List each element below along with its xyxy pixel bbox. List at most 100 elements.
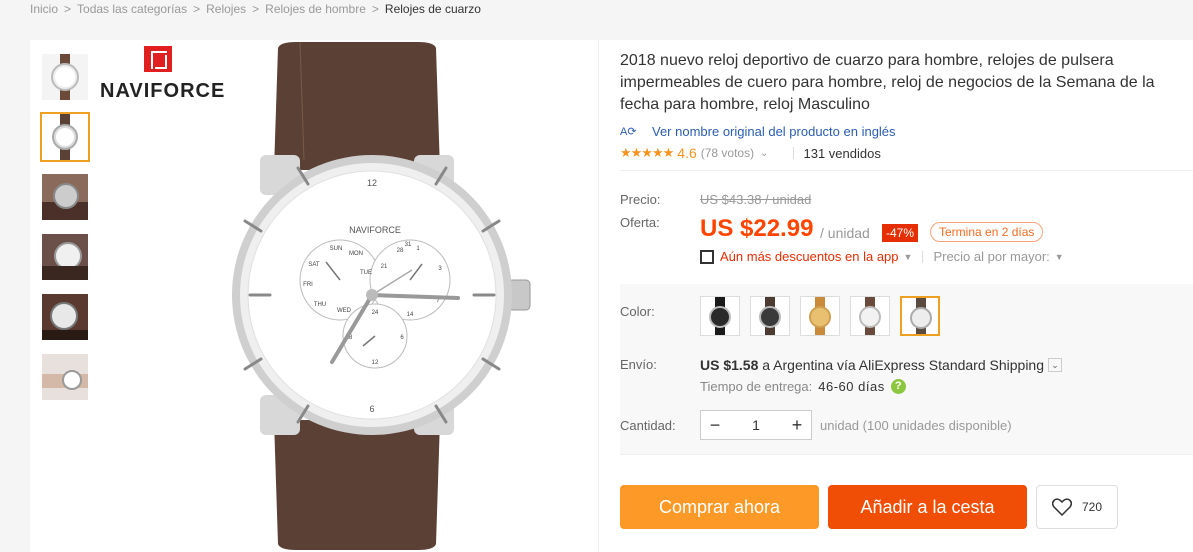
thumbnail-list [40, 52, 90, 412]
thumbnail-5[interactable] [40, 292, 90, 342]
app-discount-link[interactable]: Aún más descuentos en la app [720, 249, 899, 264]
original-name-link-text: Ver nombre original del producto en ingl… [652, 124, 896, 139]
delivery-time-value: 46-60 días [818, 379, 885, 394]
quantity-available: unidad (100 unidades disponible) [820, 418, 1012, 433]
thumbnail-watch-image [42, 54, 88, 100]
watch-illustration: 12 6 NAVIFORCE SUN MON SAT TUE FRI THU W… [232, 41, 531, 550]
buy-now-button[interactable]: Comprar ahora [620, 485, 819, 529]
subdial-day-wed: WED [337, 308, 352, 314]
dial-marker-6: 6 [369, 404, 374, 414]
breadcrumb: Inicio > Todas las categorías > Relojes … [30, 2, 481, 16]
thumbnail-6[interactable] [40, 352, 90, 402]
qr-code-icon [700, 249, 714, 264]
quantity-input[interactable] [729, 417, 783, 433]
rating-stars: ★★★★★ [620, 145, 674, 160]
heart-icon [1051, 498, 1072, 516]
discount-badge: -47% [882, 224, 919, 242]
breadcrumb-current: Relojes de cuarzo [384, 2, 481, 16]
dial-marker-12: 12 [367, 178, 377, 188]
shipping-cost: US $1.58 [700, 357, 759, 373]
color-swatch-4[interactable] [850, 296, 890, 336]
wishlist-button[interactable]: 720 [1036, 485, 1118, 529]
color-swatch-3[interactable] [800, 296, 840, 336]
offer-ends-badge: Termina en 2 días [930, 222, 1044, 242]
thumbnail-2[interactable] [40, 112, 90, 162]
add-to-cart-button[interactable]: Añadir a la cesta [828, 485, 1027, 529]
thumbnail-3[interactable] [40, 172, 90, 222]
current-price: US $22.99 [700, 215, 814, 242]
color-swatch-2[interactable] [750, 296, 790, 336]
delivery-time-label: Tiempo de entrega: [700, 379, 813, 394]
help-icon[interactable]: ? [890, 379, 906, 394]
quantity-increase-button[interactable]: + [783, 415, 811, 436]
breadcrumb-home[interactable]: Inicio [30, 2, 58, 16]
subdial-date-21: 21 [381, 264, 388, 270]
subdial-day-sat: SAT [308, 262, 320, 268]
breadcrumb-watches[interactable]: Relojes [206, 2, 246, 16]
subdial-date-31: 31 [405, 242, 412, 248]
subdial-24h-12: 12 [372, 360, 379, 366]
color-swatches [700, 296, 940, 336]
breadcrumb-separator: > [193, 2, 201, 16]
main-product-image[interactable]: NAVIFORCE 12 6 NAVIFORCE SUN MON SAT TUE… [100, 40, 600, 552]
bulk-price-link[interactable]: Precio al por mayor: [933, 249, 1049, 264]
chevron-down-icon[interactable]: ⌄ [760, 148, 768, 159]
breadcrumb-mens-watches[interactable]: Relojes de hombre [265, 2, 366, 16]
swatch-case [709, 306, 731, 328]
color-label: Color: [620, 304, 655, 319]
quantity-stepper: − + [700, 410, 812, 440]
breadcrumb-all-categories[interactable]: Todas las categorías [77, 2, 187, 16]
divider [620, 170, 1193, 171]
thumbnail-watch-image [42, 114, 88, 160]
caret-down-icon[interactable]: ▼ [1055, 252, 1064, 262]
thumbnail-4[interactable] [40, 232, 90, 282]
divider [792, 147, 794, 159]
rating-row: ★★★★★ 4.6 (78 votos) ⌄ 131 vendidos [620, 145, 1193, 161]
swatch-case [759, 306, 781, 328]
price-label: Precio: [620, 192, 661, 207]
breadcrumb-separator: > [371, 2, 379, 16]
offer-label: Oferta: [620, 215, 660, 230]
product-title: 2018 nuevo reloj deportivo de cuarzo par… [620, 52, 1155, 113]
product-info: 2018 nuevo reloj deportivo de cuarzo par… [620, 50, 1193, 161]
color-swatch-1[interactable] [700, 296, 740, 336]
thumbnail-watch-image [42, 354, 88, 400]
thumbnail-watch-image [42, 294, 88, 340]
original-name-link[interactable]: A⟳ Ver nombre original del producto en i… [620, 124, 1193, 139]
dial-brand-text: NAVIFORCE [349, 225, 401, 235]
thumbnail-1[interactable] [40, 52, 90, 102]
panel-divider [598, 40, 599, 552]
thumbnail-watch-image [42, 174, 88, 220]
subdial-day-thu: THU [314, 302, 326, 308]
divider [922, 250, 924, 263]
divider [620, 454, 1193, 455]
thumbnail-watch-image [42, 234, 88, 280]
quantity-decrease-button[interactable]: − [701, 415, 729, 436]
votes-count[interactable]: (78 votos) [701, 146, 754, 160]
wishlist-count: 720 [1081, 500, 1103, 514]
shipping-label: Envío: [620, 357, 657, 372]
translate-icon: A⟳ [620, 125, 637, 138]
delivery-time: Tiempo de entrega: 46-60 días ? [700, 379, 906, 394]
sold-count: 131 vendidos [803, 145, 881, 161]
shipping-destination: a Argentina vía AliExpress Standard Ship… [762, 357, 1045, 373]
app-discount-row: Aún más descuentos en la app ▼ Precio al… [700, 249, 1064, 264]
quantity-label: Cantidad: [620, 418, 676, 433]
chevron-down-icon[interactable]: ⌄ [1048, 358, 1063, 372]
subdial-date-14: 14 [407, 312, 414, 318]
swatch-case [809, 306, 831, 328]
product-panel: NAVIFORCE 12 6 NAVIFORCE SUN MON SAT TUE… [30, 40, 1193, 552]
swatch-case [910, 307, 932, 329]
price-unit: / unidad [820, 225, 870, 241]
subdial-24h-24: 24 [372, 310, 379, 316]
original-price: US $43.38 / unidad [700, 192, 812, 207]
color-swatch-5[interactable] [900, 296, 940, 336]
breadcrumb-separator: > [64, 2, 72, 16]
rating-value: 4.6 [677, 145, 697, 161]
caret-down-icon[interactable]: ▼ [904, 252, 913, 262]
subdial-date-28: 28 [397, 248, 404, 254]
shipping-info: US $1.58 a Argentina vía AliExpress Stan… [700, 357, 1063, 373]
swatch-case [859, 306, 881, 328]
breadcrumb-separator: > [252, 2, 260, 16]
subdial-day-mon: MON [349, 251, 363, 257]
